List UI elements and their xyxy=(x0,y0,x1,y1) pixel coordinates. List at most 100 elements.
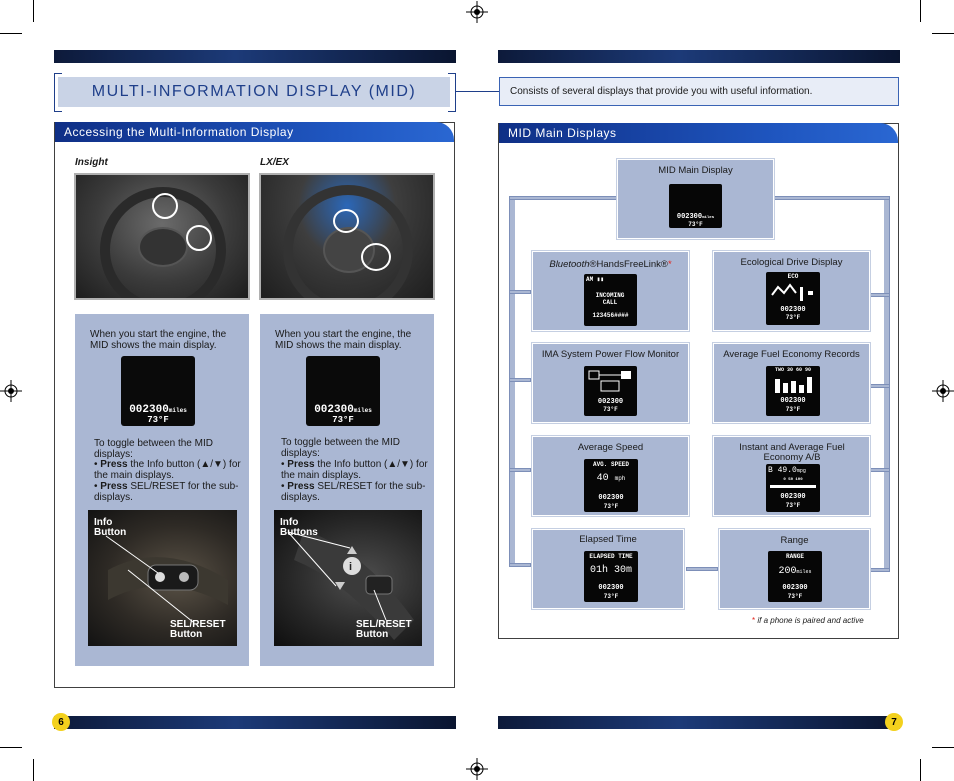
crop-mark xyxy=(0,33,22,34)
main-display-screen: 002300miles 73°F xyxy=(306,356,380,426)
bullet-press: Press xyxy=(287,459,315,470)
sel-reset-button-label: SEL/RESET Button xyxy=(356,619,412,640)
page-title-box: MULTI-INFORMATION DISPLAY (MID) xyxy=(58,77,450,107)
intro-text: Consists of several displays that provid… xyxy=(510,86,813,97)
highlight-circle xyxy=(152,193,178,219)
model-label-lxex: LX/EX xyxy=(260,157,289,168)
flow-branch xyxy=(870,384,890,388)
bullet-press: Press xyxy=(287,481,315,492)
top-bar-left xyxy=(54,50,456,63)
bottom-bar-left xyxy=(54,716,456,729)
elapsed-time-screen: ELAPSED TIME 01h 30m 002300 73°F xyxy=(584,551,638,602)
bluetooth-label: Bluetooth®HandsFreeLink®* xyxy=(549,259,672,270)
registration-mark-icon xyxy=(466,1,488,23)
bluetooth-handsfreelink-box: Bluetooth®HandsFreeLink®* AM ▮▮ INCOMING… xyxy=(532,251,689,331)
button-closeup-photo-lxex: i Info Buttons SEL/RESET Button xyxy=(274,510,422,646)
temperature-value: 73°F xyxy=(147,415,169,425)
elapsed-time-box: Elapsed Time ELAPSED TIME 01h 30m 002300… xyxy=(532,529,684,609)
registration-mark-icon xyxy=(932,380,954,402)
flow-branch xyxy=(509,468,531,472)
main-display-screen: 002300miles 73°F xyxy=(669,184,722,228)
instant-fuel-economy-label: Instant and Average Fuel Economy A/B xyxy=(739,442,845,463)
flow-branch xyxy=(509,290,531,294)
bullet-press: Press xyxy=(100,459,128,470)
toggle-intro: To toggle between the MID displays: xyxy=(94,438,213,460)
flow-branch xyxy=(870,293,890,297)
flow-connector-right-top xyxy=(774,196,890,200)
afe-records-label: Average Fuel Economy Records xyxy=(723,349,860,360)
registration-mark-icon xyxy=(0,380,22,402)
crop-mark xyxy=(920,0,921,22)
highlight-circle xyxy=(186,225,212,251)
eco-leaves-icon xyxy=(771,283,813,301)
toggle-intro: To toggle between the MID displays: xyxy=(281,437,400,459)
start-text: When you start the engine, the MID shows… xyxy=(275,329,412,351)
eco-drive-label: Ecological Drive Display xyxy=(740,257,843,268)
crop-mark xyxy=(0,747,22,748)
page-number-left: 6 xyxy=(52,713,70,731)
bullet-info-button: • Press the Info button (▲/▼) for the ma… xyxy=(94,459,241,481)
crop-mark xyxy=(33,759,34,781)
bar-graph-icon xyxy=(775,377,812,393)
ima-label: IMA System Power Flow Monitor xyxy=(541,349,680,360)
crop-mark xyxy=(932,747,954,748)
afe-records-screen: TWO 30 60 90 002300 73°F xyxy=(766,366,820,416)
footnote: * if a phone is paired and active xyxy=(752,616,864,625)
flow-connector-left-top xyxy=(509,196,617,200)
page-number-right: 7 xyxy=(885,713,903,731)
page-title-block: MULTI-INFORMATION DISPLAY (MID) xyxy=(54,73,456,112)
average-fuel-economy-records-box: Average Fuel Economy Records TWO 30 60 9… xyxy=(713,343,870,423)
flow-branch xyxy=(509,563,531,567)
crop-mark xyxy=(33,0,34,22)
mid-main-display-box: MID Main Display 002300miles 73°F xyxy=(617,159,774,239)
bullet-sel-reset: • Press SEL/RESET for the sub-displays. xyxy=(281,481,426,503)
average-speed-screen: AVG. SPEED 40 mph 002300 73°F xyxy=(584,459,638,512)
ima-power-flow-box: IMA System Power Flow Monitor 002300 73°… xyxy=(532,343,689,423)
instant-fuel-economy-screen: B 49.0mpg 0 50 100 002300 73°F xyxy=(766,464,820,512)
registration-mark-icon xyxy=(466,758,488,780)
sel-reset-button-label: SEL/RESET Button xyxy=(170,619,226,640)
bullet-sel-reset: • Press SEL/RESET for the sub-displays. xyxy=(94,481,239,503)
eco-drive-screen: ECO 002300 73°F xyxy=(766,272,820,325)
intro-box: Consists of several displays that provid… xyxy=(499,77,899,106)
info-button-label: Info Button xyxy=(94,517,127,538)
range-box: Range RANGE 200miles 002300 73°F xyxy=(719,529,870,609)
flow-branch xyxy=(870,468,890,472)
flow-branch-bottom xyxy=(686,567,718,571)
crop-mark xyxy=(920,759,921,781)
flow-branch xyxy=(509,378,531,382)
right-section-header: MID Main Displays xyxy=(499,123,898,143)
svg-text:i: i xyxy=(349,561,352,573)
bullet-press: Press xyxy=(100,481,128,492)
bluetooth-screen: AM ▮▮ INCOMING CALL 123456#### xyxy=(584,274,637,326)
footnote-text: if a phone is paired and active xyxy=(757,616,864,625)
bottom-bar-right xyxy=(498,716,900,729)
footnote-star: * xyxy=(752,616,756,625)
page-title: MULTI-INFORMATION DISPLAY (MID) xyxy=(91,83,417,100)
odometer-unit: miles xyxy=(168,407,187,414)
ima-screen: 002300 73°F xyxy=(584,366,637,416)
info-buttons-label: Info Buttons xyxy=(280,517,318,538)
steering-photo-insight xyxy=(74,173,250,300)
highlight-circle xyxy=(333,209,359,233)
top-bar-right xyxy=(498,50,900,63)
range-screen: RANGE 200miles 002300 73°F xyxy=(768,551,822,602)
average-speed-box: Average Speed AVG. SPEED 40 mph 002300 7… xyxy=(532,436,689,516)
button-closeup-photo-insight: Info Button SEL/RESET Button xyxy=(88,510,237,646)
bullet-info-button: • Press the Info button (▲/▼) for the ma… xyxy=(281,459,428,481)
range-label: Range xyxy=(780,535,809,546)
flow-branch xyxy=(870,568,890,572)
title-connector xyxy=(456,91,499,92)
callout-line xyxy=(342,300,343,314)
steering-photo-lxex xyxy=(259,173,435,300)
wheel-hub-icon xyxy=(138,227,188,267)
elapsed-time-label: Elapsed Time xyxy=(579,534,637,545)
model-label-insight: Insight xyxy=(75,157,108,168)
main-display-screen: 002300miles 73°F xyxy=(121,356,195,426)
odometer-unit: miles xyxy=(353,407,372,414)
mid-main-display-label: MID Main Display xyxy=(658,165,733,176)
right-section-title: MID Main Displays xyxy=(508,126,617,140)
highlight-circle xyxy=(361,243,391,271)
power-flow-icon xyxy=(588,370,631,392)
temperature-value: 73°F xyxy=(332,415,354,425)
